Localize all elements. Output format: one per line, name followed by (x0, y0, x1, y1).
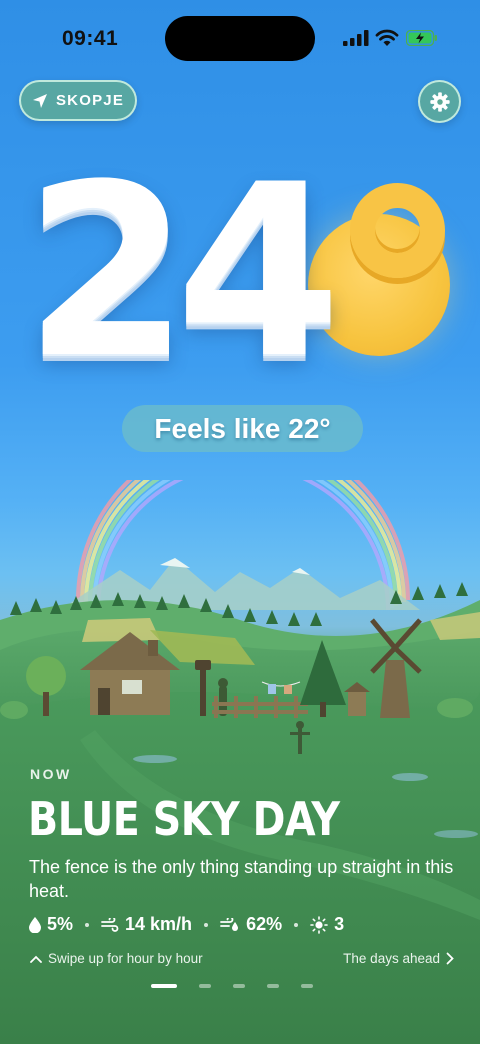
stat-separator (204, 922, 209, 927)
stat-separator (85, 922, 90, 927)
condition-headline: BLUE SKY DAY (28, 792, 340, 846)
condition-description: The fence is the only thing standing up … (29, 857, 454, 901)
stat-separator (294, 922, 299, 927)
page-dot-2[interactable] (199, 984, 211, 988)
degree-symbol (350, 183, 445, 278)
raindrop-icon (29, 916, 41, 933)
precipitation-stat: 5% (29, 914, 73, 935)
swipe-up-hint[interactable]: Swipe up for hour by hour (30, 951, 203, 966)
page-indicator (151, 984, 313, 988)
chevron-right-icon (446, 952, 454, 965)
temperature-display: 24 (24, 134, 341, 411)
dynamic-island (165, 16, 315, 61)
uv-value: 3 (334, 914, 345, 934)
now-label: NOW (30, 766, 72, 782)
days-ahead-label: The days ahead (343, 951, 440, 966)
page-dot-5[interactable] (301, 984, 313, 988)
feels-like-badge: Feels like 22° (122, 405, 363, 452)
wind-value: 14 km/h (125, 914, 193, 934)
days-ahead-link[interactable]: The days ahead (343, 951, 454, 966)
cellular-signal-icon (343, 30, 369, 46)
location-button[interactable]: SKOPJE (19, 80, 137, 121)
status-time: 09:41 (62, 27, 119, 50)
battery-charging-icon (406, 30, 437, 46)
precipitation-value: 5% (47, 914, 74, 934)
wifi-icon (375, 29, 399, 46)
temperature-value: 24 (24, 134, 341, 411)
weather-screen: 09:41 SKOPJE 24 Feels like 22° NOW BLUE … (0, 0, 480, 1044)
humidity-icon (220, 917, 239, 931)
uv-stat: 3 (310, 914, 344, 935)
wind-stat: 14 km/h (101, 914, 192, 935)
sun-icon (310, 915, 328, 934)
humidity-stat: 62% (220, 914, 282, 935)
weather-stats: 5% 14 km/h 62% 3 (29, 914, 344, 935)
gear-icon (429, 91, 450, 112)
chevron-up-icon (30, 955, 42, 963)
humidity-value: 62% (246, 914, 283, 934)
location-label: SKOPJE (55, 92, 125, 109)
location-arrow-icon (32, 93, 47, 108)
wind-icon (101, 917, 119, 932)
page-dot-4[interactable] (267, 984, 279, 988)
settings-button[interactable] (418, 80, 461, 123)
page-dot-3[interactable] (233, 984, 245, 988)
status-bar: 09:41 (0, 0, 480, 80)
swipe-up-label: Swipe up for hour by hour (48, 951, 203, 966)
page-dot-1[interactable] (151, 984, 177, 988)
